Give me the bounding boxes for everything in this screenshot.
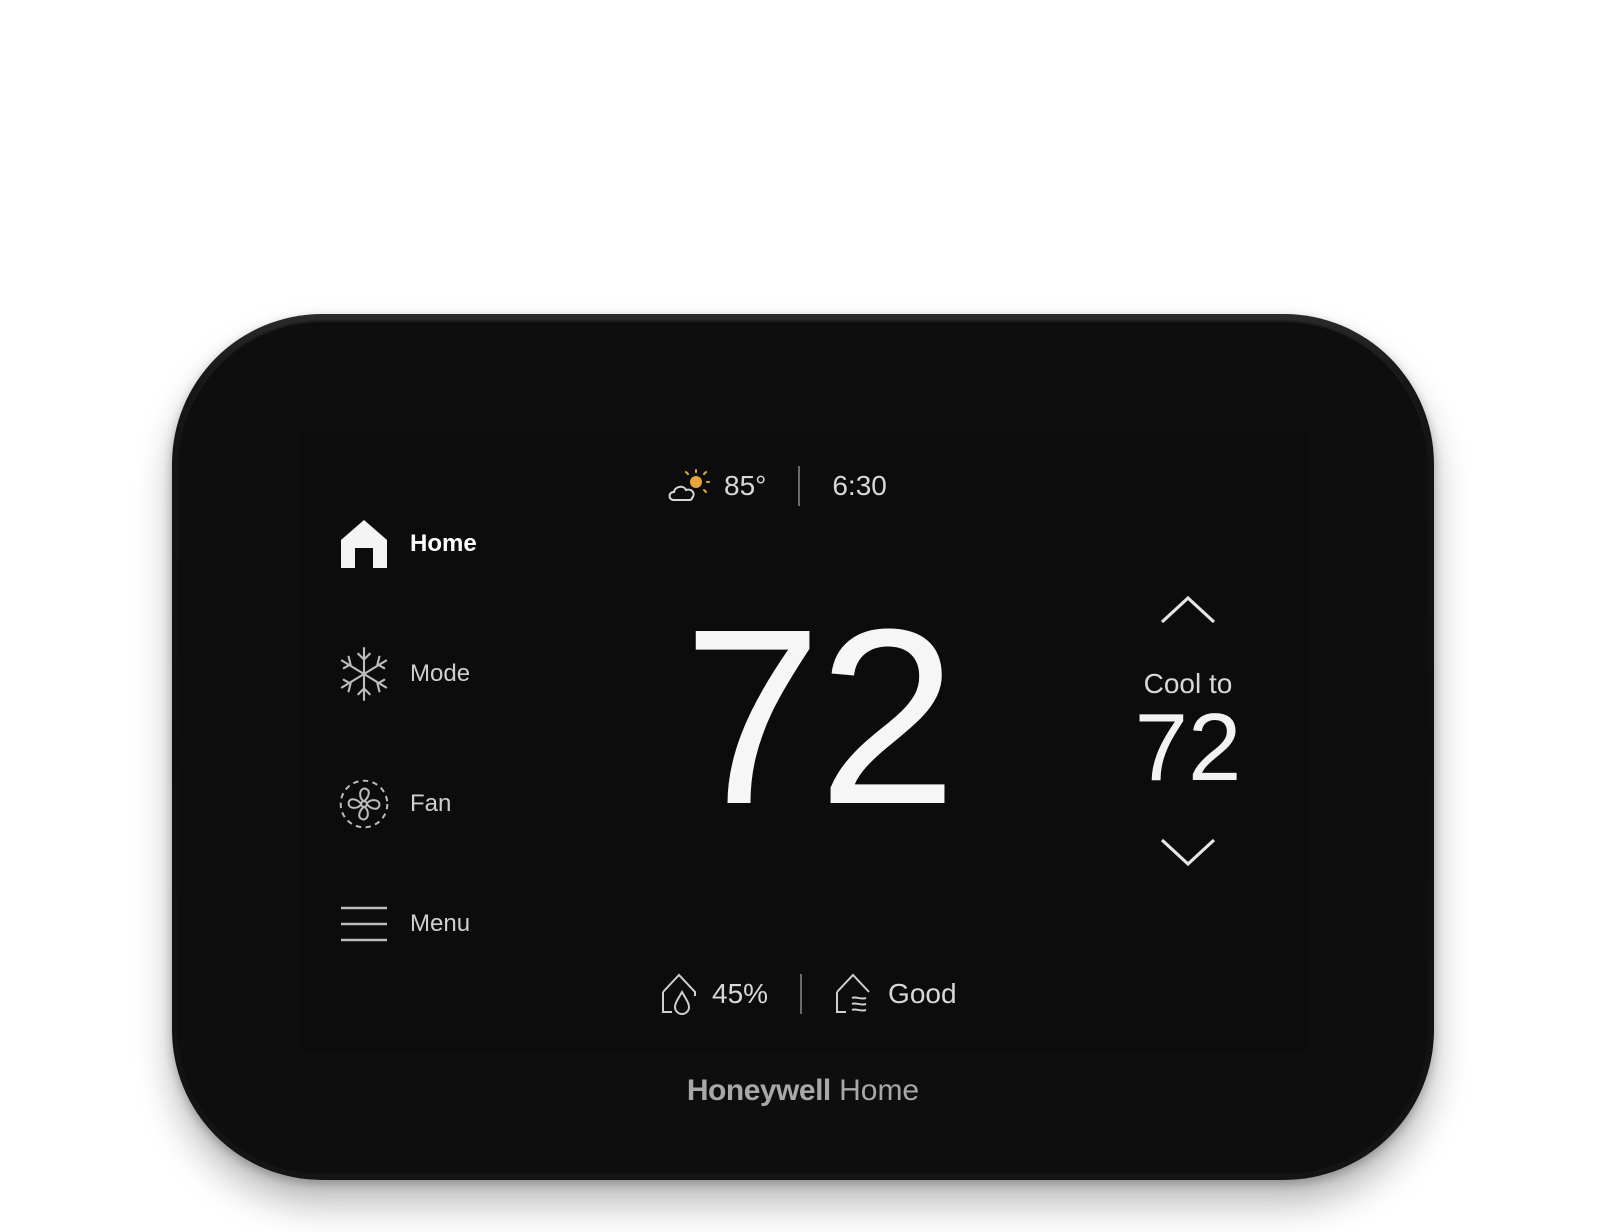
sidebar-item-mode[interactable]: Mode (338, 644, 538, 704)
home-icon (338, 518, 390, 570)
sidebar-item-label: Fan (410, 790, 452, 817)
setpoint-value: 72 (1134, 694, 1242, 801)
brand-logo: Honeywell Home (172, 1074, 1434, 1108)
sidebar-item-label: Menu (410, 910, 471, 937)
chevron-down-icon[interactable] (1158, 836, 1218, 870)
sidebar-item-menu[interactable]: Menu (338, 894, 538, 954)
current-temperature: 72 (682, 577, 957, 856)
divider (798, 466, 801, 506)
snowflake-icon (338, 646, 390, 702)
partly-sunny-icon (666, 468, 712, 504)
thermostat-device: Home Mode Fan Menu 85° 6:30 72 Cool to 7… (172, 314, 1434, 1180)
brand-name-bold: Honeywell (686, 1074, 831, 1107)
brand-name-regular: Home (839, 1074, 920, 1107)
sidebar-item-label: Home (410, 530, 477, 557)
thermostat-screen: Home Mode Fan Menu 85° 6:30 72 Cool to 7… (298, 432, 1308, 1052)
humidity-drop-icon (660, 972, 698, 1016)
fan-icon (338, 778, 390, 830)
top-status-bar: 85° 6:30 (666, 464, 887, 508)
sidebar-item-fan[interactable]: Fan (338, 774, 538, 834)
air-quality-value: Good (888, 978, 957, 1009)
sidebar-item-home[interactable]: Home (338, 514, 538, 574)
chevron-up-icon[interactable] (1158, 592, 1218, 626)
sidebar-item-label: Mode (410, 660, 471, 687)
bottom-status-bar: 45% Good (660, 972, 957, 1016)
indoor-humidity: 45% (712, 978, 769, 1009)
outdoor-temperature: 85° (724, 470, 767, 501)
air-quality-icon (834, 972, 874, 1016)
setpoint-control: Cool to 72 (1108, 592, 1268, 870)
clock-time: 6:30 (832, 470, 887, 501)
hamburger-menu-icon (338, 898, 390, 950)
divider (800, 974, 803, 1014)
